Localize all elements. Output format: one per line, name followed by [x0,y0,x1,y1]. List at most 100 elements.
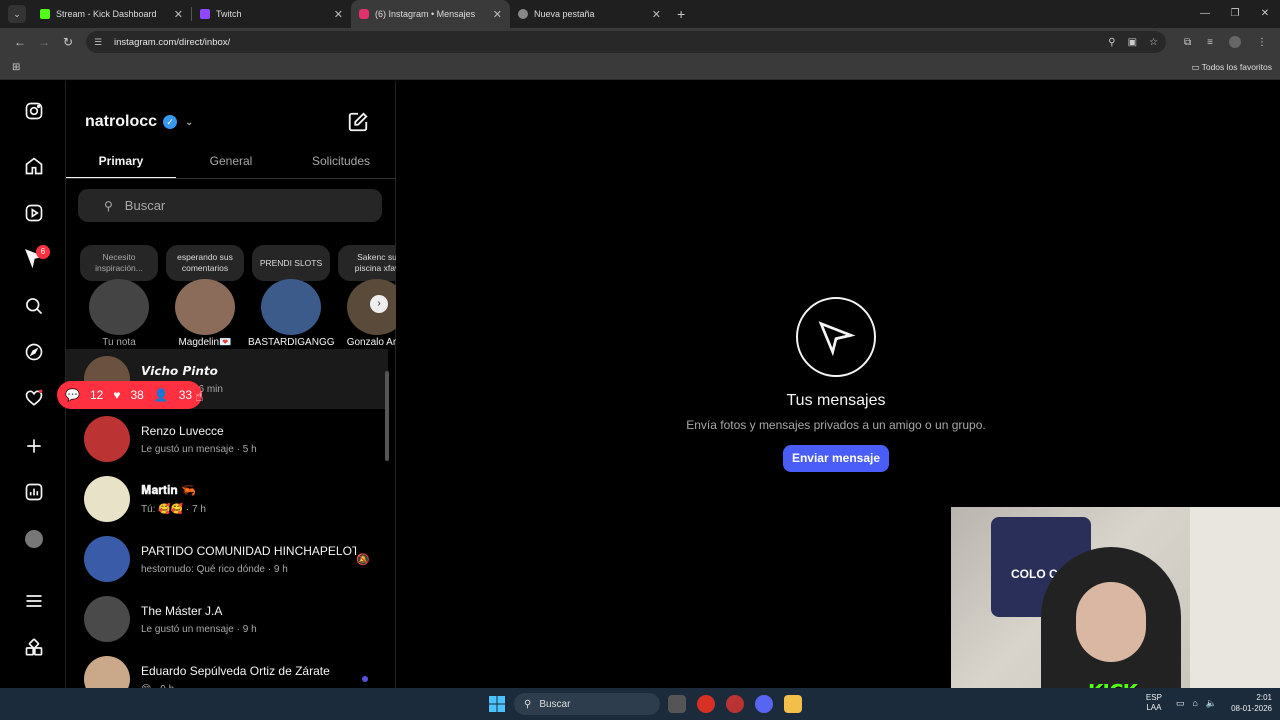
avatar [175,279,235,335]
taskbar-search[interactable]: ⚲ Buscar [514,693,660,715]
avatar [84,476,130,522]
messages-badge: 6 [36,245,50,259]
note-item[interactable]: Sakenc su piscina xfav Gonzalo Andr [334,245,396,348]
new-message-icon[interactable] [347,111,369,133]
all-bookmarks[interactable]: ▭ Todos los favoritos [1191,62,1272,73]
note-name: Magdelin💌 [178,337,232,348]
clock-time: 2:01 [1256,693,1272,702]
note-item[interactable]: PRENDI SLOTS BASTARDIGANGG [248,245,334,348]
search-input[interactable]: ⚲ Buscar [78,189,382,222]
search-icon[interactable] [23,295,45,317]
threads-icon[interactable] [23,637,45,659]
thread-preview: Le gustó un mensaje · 9 h [141,623,257,635]
chrome-icon[interactable] [697,695,715,713]
thread-row[interactable]: 𝐌𝐚𝐫𝐭𝐢𝐧 🦐 Tú: 🥰🥰 · 7 h [66,469,388,529]
note-item[interactable]: Necesito inspiración... Tu nota [76,245,162,348]
windows-start-icon[interactable] [489,696,505,712]
forward-icon[interactable]: → [32,35,56,49]
tab-twitch[interactable]: Twitch ✕ [192,0,351,28]
discord-icon[interactable] [755,695,773,713]
thread-name: 𝙑𝙞𝙘𝙝𝙤 𝙋𝙞𝙣𝙩𝙤 [141,363,218,378]
apps-grid-icon[interactable]: ⊞ [12,62,20,73]
language-indicator[interactable]: ESP LAA [1146,693,1162,713]
bookmarks-bar: ⊞ ▭ Todos los favoritos [0,56,1280,80]
tab-kick[interactable]: Stream - Kick Dashboard ✕ [32,0,191,28]
note-item[interactable]: esperando sus comentarios Magdelin💌 [162,245,248,348]
close-tab-icon[interactable]: ✕ [334,8,343,21]
close-window-icon[interactable]: ✕ [1250,0,1280,28]
tab-title: Twitch [216,9,242,19]
chevron-down-icon[interactable]: ⌄ [185,117,193,128]
note-name: Tu nota [102,337,136,348]
reload-icon[interactable]: ↻ [56,35,80,49]
windows-taskbar: ⚲ Buscar ESP LAA ▭ ⌂ 🔈 2:01 08-01-2026 [0,688,1280,720]
close-tab-icon[interactable]: ✕ [174,8,183,21]
minimize-icon[interactable]: — [1190,0,1220,28]
tab-primary[interactable]: Primary [66,145,176,178]
home-icon[interactable] [23,155,45,177]
mouse-cursor-icon: ☝ [195,388,204,404]
tab-search-icon[interactable]: ⌄ [8,5,26,23]
account-switcher[interactable]: natrolocc [85,113,157,131]
dashboard-icon[interactable] [23,481,45,503]
notifications-icon[interactable] [23,387,45,409]
media-icon[interactable]: ≡ [1207,37,1213,48]
thread-name: Renzo Luvecce [141,423,224,438]
chevron-right-icon[interactable]: › [370,295,388,313]
thread-row[interactable]: Renzo Luvecce Le gustó un mensaje · 5 h [66,409,388,469]
instagram-icon[interactable] [23,100,45,122]
thread-row[interactable]: PARTIDO COMUNIDAD HINCHAPELOTA hestornudo… [66,529,388,589]
profile-icon[interactable] [25,530,43,548]
reels-icon[interactable] [23,202,45,224]
inbox-tabs: Primary General Solicitudes [66,145,396,179]
tab-requests[interactable]: Solicitudes [286,145,396,178]
activity-notification-pill[interactable]: 💬 12 ♥ 38 👤 33 [57,381,203,409]
tab-general[interactable]: General [176,145,286,178]
app-icon[interactable] [726,695,744,713]
thread-preview: Tú: 🥰🥰 · 7 h [141,504,206,515]
note-bubble: esperando sus comentarios [166,245,244,281]
explore-icon[interactable] [23,341,45,363]
search-placeholder: Buscar [124,198,166,213]
menu-icon[interactable] [23,590,45,612]
zoom-icon[interactable]: ⚲ [1108,37,1115,48]
back-icon[interactable]: ← [8,35,32,49]
install-app-icon[interactable]: ▣ [1128,37,1137,48]
network-icon[interactable]: ⌂ [1192,698,1197,708]
thread-row[interactable]: The Máster J.A Le gustó un mensaje · 9 h [66,589,388,649]
note-bubble: Sakenc su piscina xfav [338,245,396,281]
comment-count: 12 [89,388,104,402]
volume-icon[interactable]: 🔈 [1206,698,1217,709]
clock[interactable]: 2:01 08-01-2026 [1231,692,1272,714]
maximize-icon[interactable]: ❐ [1220,0,1250,28]
unread-dot [362,676,368,682]
url-text[interactable]: instagram.com/direct/inbox/ [114,37,1096,48]
bookmark-star-icon[interactable]: ☆ [1149,37,1158,48]
omnibox[interactable]: ☰ instagram.com/direct/inbox/ ⚲ ▣ ☆ [86,31,1166,53]
tab-instagram[interactable]: (6) Instagram • Mensajes ✕ [351,0,510,28]
close-tab-icon[interactable]: ✕ [493,8,502,21]
task-view-icon[interactable] [668,695,686,713]
note-bubble: PRENDI SLOTS [252,245,330,281]
follow-count: 33 [178,388,193,402]
send-message-button[interactable]: Enviar mensaje [783,445,889,472]
extensions-icon[interactable]: ⧉ [1184,37,1191,48]
thread-name: The Máster J.A [141,603,223,618]
close-tab-icon[interactable]: ✕ [652,8,661,21]
create-icon[interactable] [23,435,45,457]
file-explorer-icon[interactable] [784,695,802,713]
new-tab-button[interactable]: + [677,6,685,22]
person-icon: 👤 [153,388,169,402]
display-icon[interactable]: ▭ [1176,698,1185,709]
instagram-favicon-icon [359,9,369,19]
window-controls: — ❐ ✕ [1190,0,1280,28]
scrollbar[interactable] [385,371,389,461]
profile-avatar[interactable] [1228,36,1241,48]
search-icon: ⚲ [104,198,113,213]
menu-dots-icon[interactable]: ⋮ [1257,37,1267,48]
tab-new[interactable]: Nueva pestaña ✕ [510,0,669,28]
address-bar-row: ← → ↻ ☰ instagram.com/direct/inbox/ ⚲ ▣ … [0,28,1280,56]
site-info-icon[interactable]: ☰ [94,37,108,48]
streamer-face [1076,582,1146,662]
tab-title: (6) Instagram • Mensajes [375,9,476,19]
